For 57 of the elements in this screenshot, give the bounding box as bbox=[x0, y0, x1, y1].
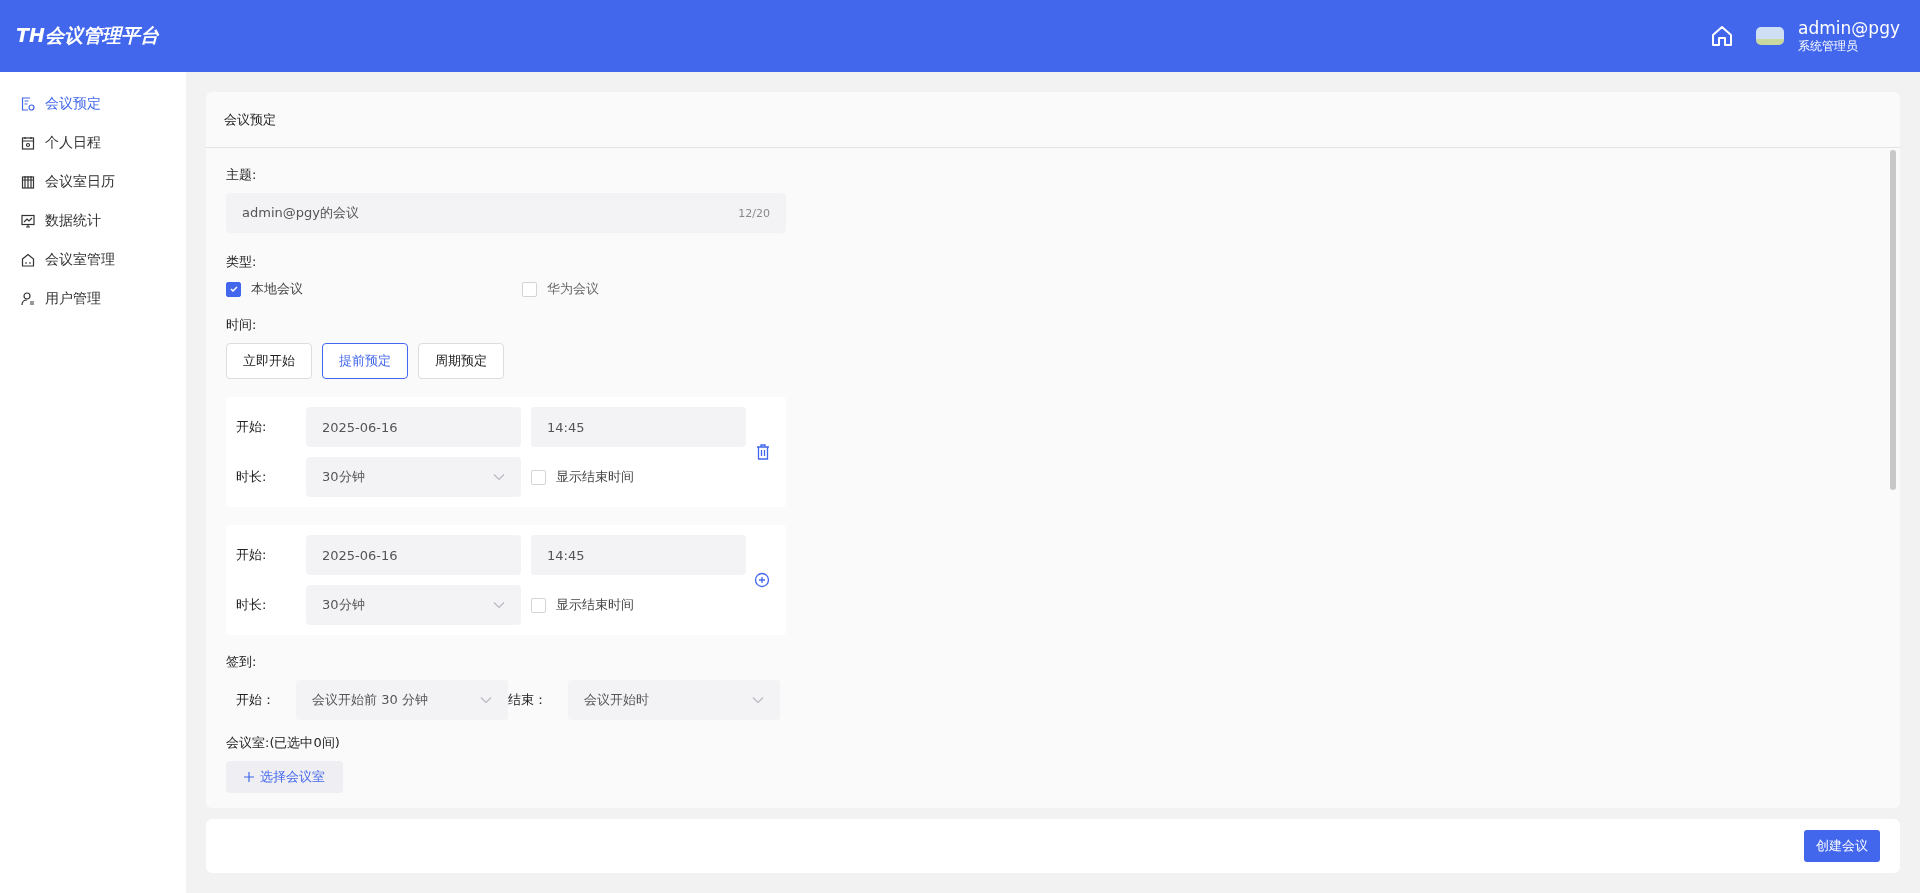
select-room-button[interactable]: 选择会议室 bbox=[226, 761, 343, 793]
sidebar-item[interactable]: 个人日程 bbox=[0, 123, 186, 162]
user-name: admin@pgy bbox=[1798, 17, 1900, 38]
app-logo: TH会议管理平台 bbox=[16, 23, 159, 48]
trash-icon[interactable] bbox=[756, 444, 770, 460]
sidebar-item[interactable]: 会议室管理 bbox=[0, 240, 186, 279]
checkbox-label: 华为会议 bbox=[547, 280, 599, 298]
field-label: 时间: bbox=[226, 316, 257, 334]
subject-input[interactable]: admin@pgy的会议 12/20 bbox=[226, 193, 786, 233]
time-input[interactable]: 14:45 bbox=[531, 407, 746, 447]
field-label: 结束： bbox=[508, 691, 548, 709]
user-role: 系统管理员 bbox=[1798, 38, 1860, 55]
chevron-down-icon bbox=[480, 696, 492, 704]
date-input[interactable]: 2025-06-16 bbox=[306, 535, 521, 575]
field-label: 主题: bbox=[226, 166, 257, 184]
duration-select[interactable]: 30分钟 bbox=[306, 585, 521, 625]
time-mode-button[interactable]: 提前预定 bbox=[322, 343, 408, 379]
time-mode-button[interactable]: 立即开始 bbox=[226, 343, 312, 379]
calendar-icon bbox=[21, 135, 35, 150]
checkin-end-select[interactable]: 会议开始时 bbox=[568, 680, 780, 720]
duration-select[interactable]: 30分钟 bbox=[306, 457, 521, 497]
field-label: 时长: bbox=[236, 596, 268, 614]
home-icon[interactable] bbox=[1710, 24, 1735, 48]
chevron-down-icon bbox=[493, 601, 505, 609]
user-icon bbox=[21, 291, 35, 306]
add-circle-icon[interactable] bbox=[754, 572, 770, 588]
field-label: 会议室:(已选中0间) bbox=[226, 734, 340, 752]
time-mode-button[interactable]: 周期预定 bbox=[418, 343, 504, 379]
avatar-image[interactable] bbox=[1756, 27, 1785, 45]
form-icon bbox=[21, 96, 35, 111]
scrollbar[interactable] bbox=[1890, 150, 1896, 490]
page-title: 会议预定 bbox=[224, 110, 276, 129]
chevron-down-icon bbox=[493, 473, 505, 481]
checkin-start-select[interactable]: 会议开始前 30 分钟 bbox=[296, 680, 508, 720]
field-label: 时长: bbox=[236, 468, 268, 486]
field-label: 类型: bbox=[226, 253, 257, 271]
time-input[interactable]: 14:45 bbox=[531, 535, 746, 575]
field-label: 开始: bbox=[236, 418, 268, 436]
sidebar-item[interactable]: 数据统计 bbox=[0, 201, 186, 240]
field-label: 开始: bbox=[236, 546, 268, 564]
field-label: 签到: bbox=[226, 653, 257, 671]
calendar-icon bbox=[21, 174, 35, 189]
sidebar-item[interactable]: 会议室日历 bbox=[0, 162, 186, 201]
checkbox-label: 显示结束时间 bbox=[556, 596, 634, 614]
checkbox[interactable] bbox=[226, 281, 241, 297]
plus-icon bbox=[244, 772, 254, 782]
field-label: 开始： bbox=[236, 691, 276, 709]
check-icon bbox=[228, 284, 239, 294]
house-icon bbox=[21, 252, 35, 267]
create-meeting-button[interactable]: 创建会议 bbox=[1804, 830, 1880, 862]
chevron-down-icon bbox=[752, 696, 764, 704]
sidebar-item[interactable]: 用户管理 bbox=[0, 279, 186, 318]
checkbox-label: 显示结束时间 bbox=[556, 468, 634, 486]
chart-icon bbox=[21, 213, 35, 228]
sidebar-item[interactable]: 会议预定 bbox=[0, 84, 186, 123]
checkbox-label: 本地会议 bbox=[251, 280, 303, 298]
date-input[interactable]: 2025-06-16 bbox=[306, 407, 521, 447]
